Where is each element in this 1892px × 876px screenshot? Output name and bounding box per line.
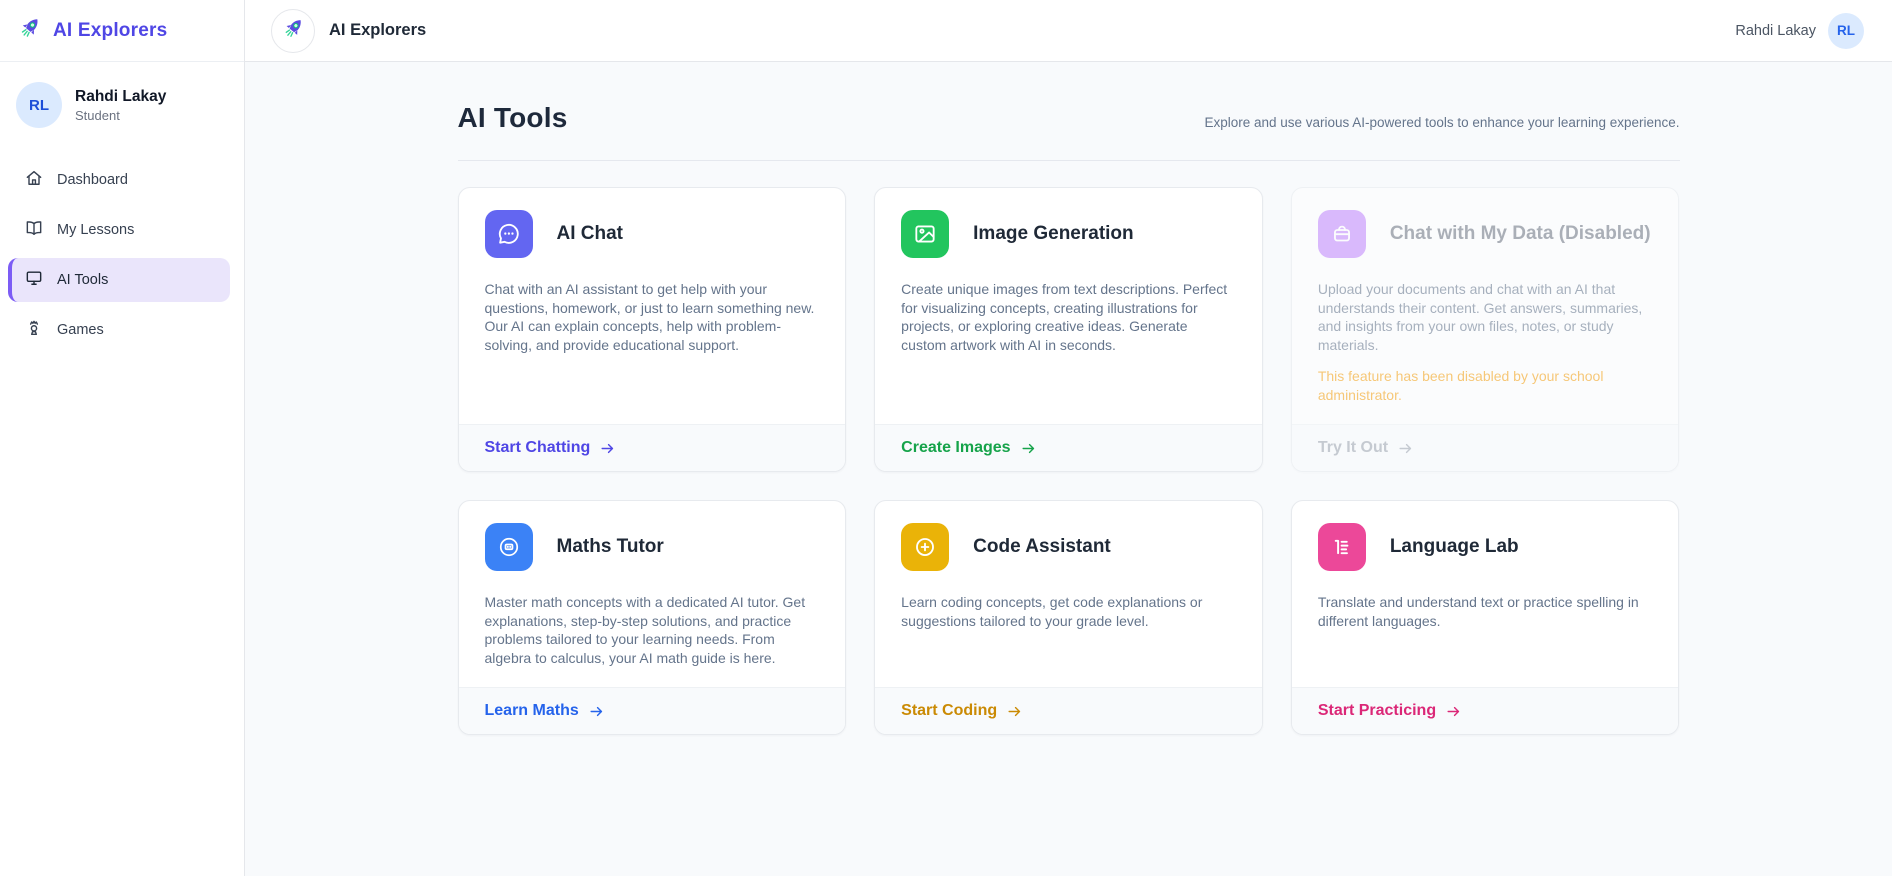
sidebar-item-ai-tools[interactable]: AI Tools: [8, 258, 230, 302]
card-title: Chat with My Data (Disabled): [1390, 223, 1651, 245]
disabled-warning-text: This feature has been disabled by your s…: [1318, 367, 1653, 404]
topbar: AI Explorers Rahdi Lakay RL: [245, 0, 1892, 62]
arrow-right-icon: [1020, 440, 1037, 457]
home-icon: [24, 168, 44, 192]
image-icon: [901, 210, 949, 258]
try-it-out-link: Try It Out: [1318, 439, 1414, 457]
sidebar: AI Explorers RL Rahdi Lakay Student Dash…: [0, 0, 245, 876]
sidebar-item-label: My Lessons: [57, 222, 134, 238]
arrow-right-icon: [1445, 703, 1462, 720]
arrow-right-icon: [599, 440, 616, 457]
create-images-link[interactable]: Create Images: [901, 439, 1036, 457]
arrow-right-icon: [588, 703, 605, 720]
learn-maths-link[interactable]: Learn Maths: [485, 702, 605, 720]
card-language-lab[interactable]: Language Lab Translate and understand te…: [1291, 500, 1680, 735]
app-root: AI Explorers RL Rahdi Lakay Student Dash…: [0, 0, 1892, 876]
sidebar-item-label: AI Tools: [57, 272, 108, 288]
arrow-right-icon: [1006, 703, 1023, 720]
sidebar-logo: AI Explorers: [0, 0, 244, 62]
card-title: Code Assistant: [973, 536, 1111, 558]
page-header: AI Tools Explore and use various AI-powe…: [458, 102, 1680, 161]
page-title: AI Tools: [458, 102, 568, 134]
card-ai-chat[interactable]: AI Chat Chat with an AI assistant to get…: [458, 187, 847, 472]
translate-list-icon: [1318, 523, 1366, 571]
rocket-icon: [16, 14, 44, 47]
card-title: Image Generation: [973, 223, 1134, 245]
card-title: Maths Tutor: [557, 536, 664, 558]
app-logo-text: AI Explorers: [53, 20, 167, 42]
sidebar-item-label: Dashboard: [57, 172, 128, 188]
start-coding-link[interactable]: Start Coding: [901, 702, 1023, 720]
card-description: Upload your documents and chat with an A…: [1318, 280, 1653, 354]
bot-face-icon: [485, 523, 533, 571]
card-description: Master math concepts with a dedicated AI…: [485, 593, 820, 667]
card-image-generation[interactable]: Image Generation Create unique images fr…: [874, 187, 1263, 472]
topbar-avatar[interactable]: RL: [1828, 13, 1864, 49]
topbar-logo-badge: [271, 9, 315, 53]
user-name: Rahdi Lakay: [75, 88, 166, 106]
main-content: AI Tools Explore and use various AI-powe…: [245, 62, 1892, 876]
sidebar-item-label: Games: [57, 322, 104, 338]
sidebar-nav: Dashboard My Lessons AI Tools: [0, 150, 244, 360]
card-description: Create unique images from text descripti…: [901, 280, 1236, 354]
sidebar-item-dashboard[interactable]: Dashboard: [8, 158, 230, 202]
sidebar-item-games[interactable]: Games: [8, 308, 230, 352]
circle-plus-icon: [901, 523, 949, 571]
avatar: RL: [16, 82, 62, 128]
rocket-icon: [280, 15, 307, 47]
start-practicing-link[interactable]: Start Practicing: [1318, 702, 1462, 720]
page-subtitle: Explore and use various AI-powered tools…: [1204, 115, 1679, 134]
sidebar-user-card: RL Rahdi Lakay Student: [0, 62, 244, 150]
monitor-icon: [24, 268, 44, 292]
card-title: AI Chat: [557, 223, 624, 245]
card-description: Learn coding concepts, get code explanat…: [901, 593, 1236, 630]
card-maths-tutor[interactable]: Maths Tutor Master math concepts with a …: [458, 500, 847, 735]
card-chat-with-my-data: Chat with My Data (Disabled) Upload your…: [1291, 187, 1680, 472]
card-description: Chat with an AI assistant to get help wi…: [485, 280, 820, 354]
start-chatting-link[interactable]: Start Chatting: [485, 439, 617, 457]
chat-bubble-icon: [485, 210, 533, 258]
card-description: Translate and understand text or practic…: [1318, 593, 1653, 630]
game-pawn-icon: [24, 318, 44, 342]
sidebar-item-my-lessons[interactable]: My Lessons: [8, 208, 230, 252]
topbar-user-name: Rahdi Lakay: [1735, 23, 1816, 39]
book-open-icon: [24, 218, 44, 242]
tools-grid: AI Chat Chat with an AI assistant to get…: [458, 187, 1680, 735]
user-role: Student: [75, 108, 166, 123]
card-code-assistant[interactable]: Code Assistant Learn coding concepts, ge…: [874, 500, 1263, 735]
arrow-right-icon: [1397, 440, 1414, 457]
topbar-title: AI Explorers: [329, 21, 426, 40]
card-title: Language Lab: [1390, 536, 1519, 558]
data-case-icon: [1318, 210, 1366, 258]
